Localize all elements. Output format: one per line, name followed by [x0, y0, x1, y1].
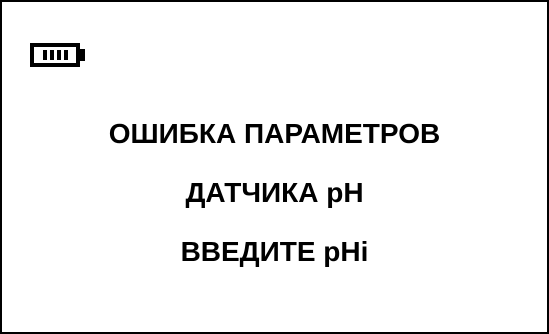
- battery-full-icon: [30, 43, 85, 67]
- battery-tip: [80, 49, 85, 61]
- battery-bar: [63, 50, 68, 60]
- battery-bar: [49, 50, 54, 60]
- error-message-line-1: ОШИБКА ПАРАМЕТРОВ: [108, 118, 441, 149]
- status-bar: [30, 43, 85, 69]
- error-message-line-2: ДАТЧИКА pH: [185, 177, 364, 208]
- battery-bar: [42, 50, 47, 60]
- error-message-line-3: ВВЕДИТЕ pHi: [180, 236, 369, 267]
- battery-body: [30, 43, 80, 67]
- battery-bar: [56, 50, 61, 60]
- device-display: ОШИБКА ПАРАМЕТРОВ ДАТЧИКА pH ВВЕДИТЕ pHi: [0, 0, 549, 334]
